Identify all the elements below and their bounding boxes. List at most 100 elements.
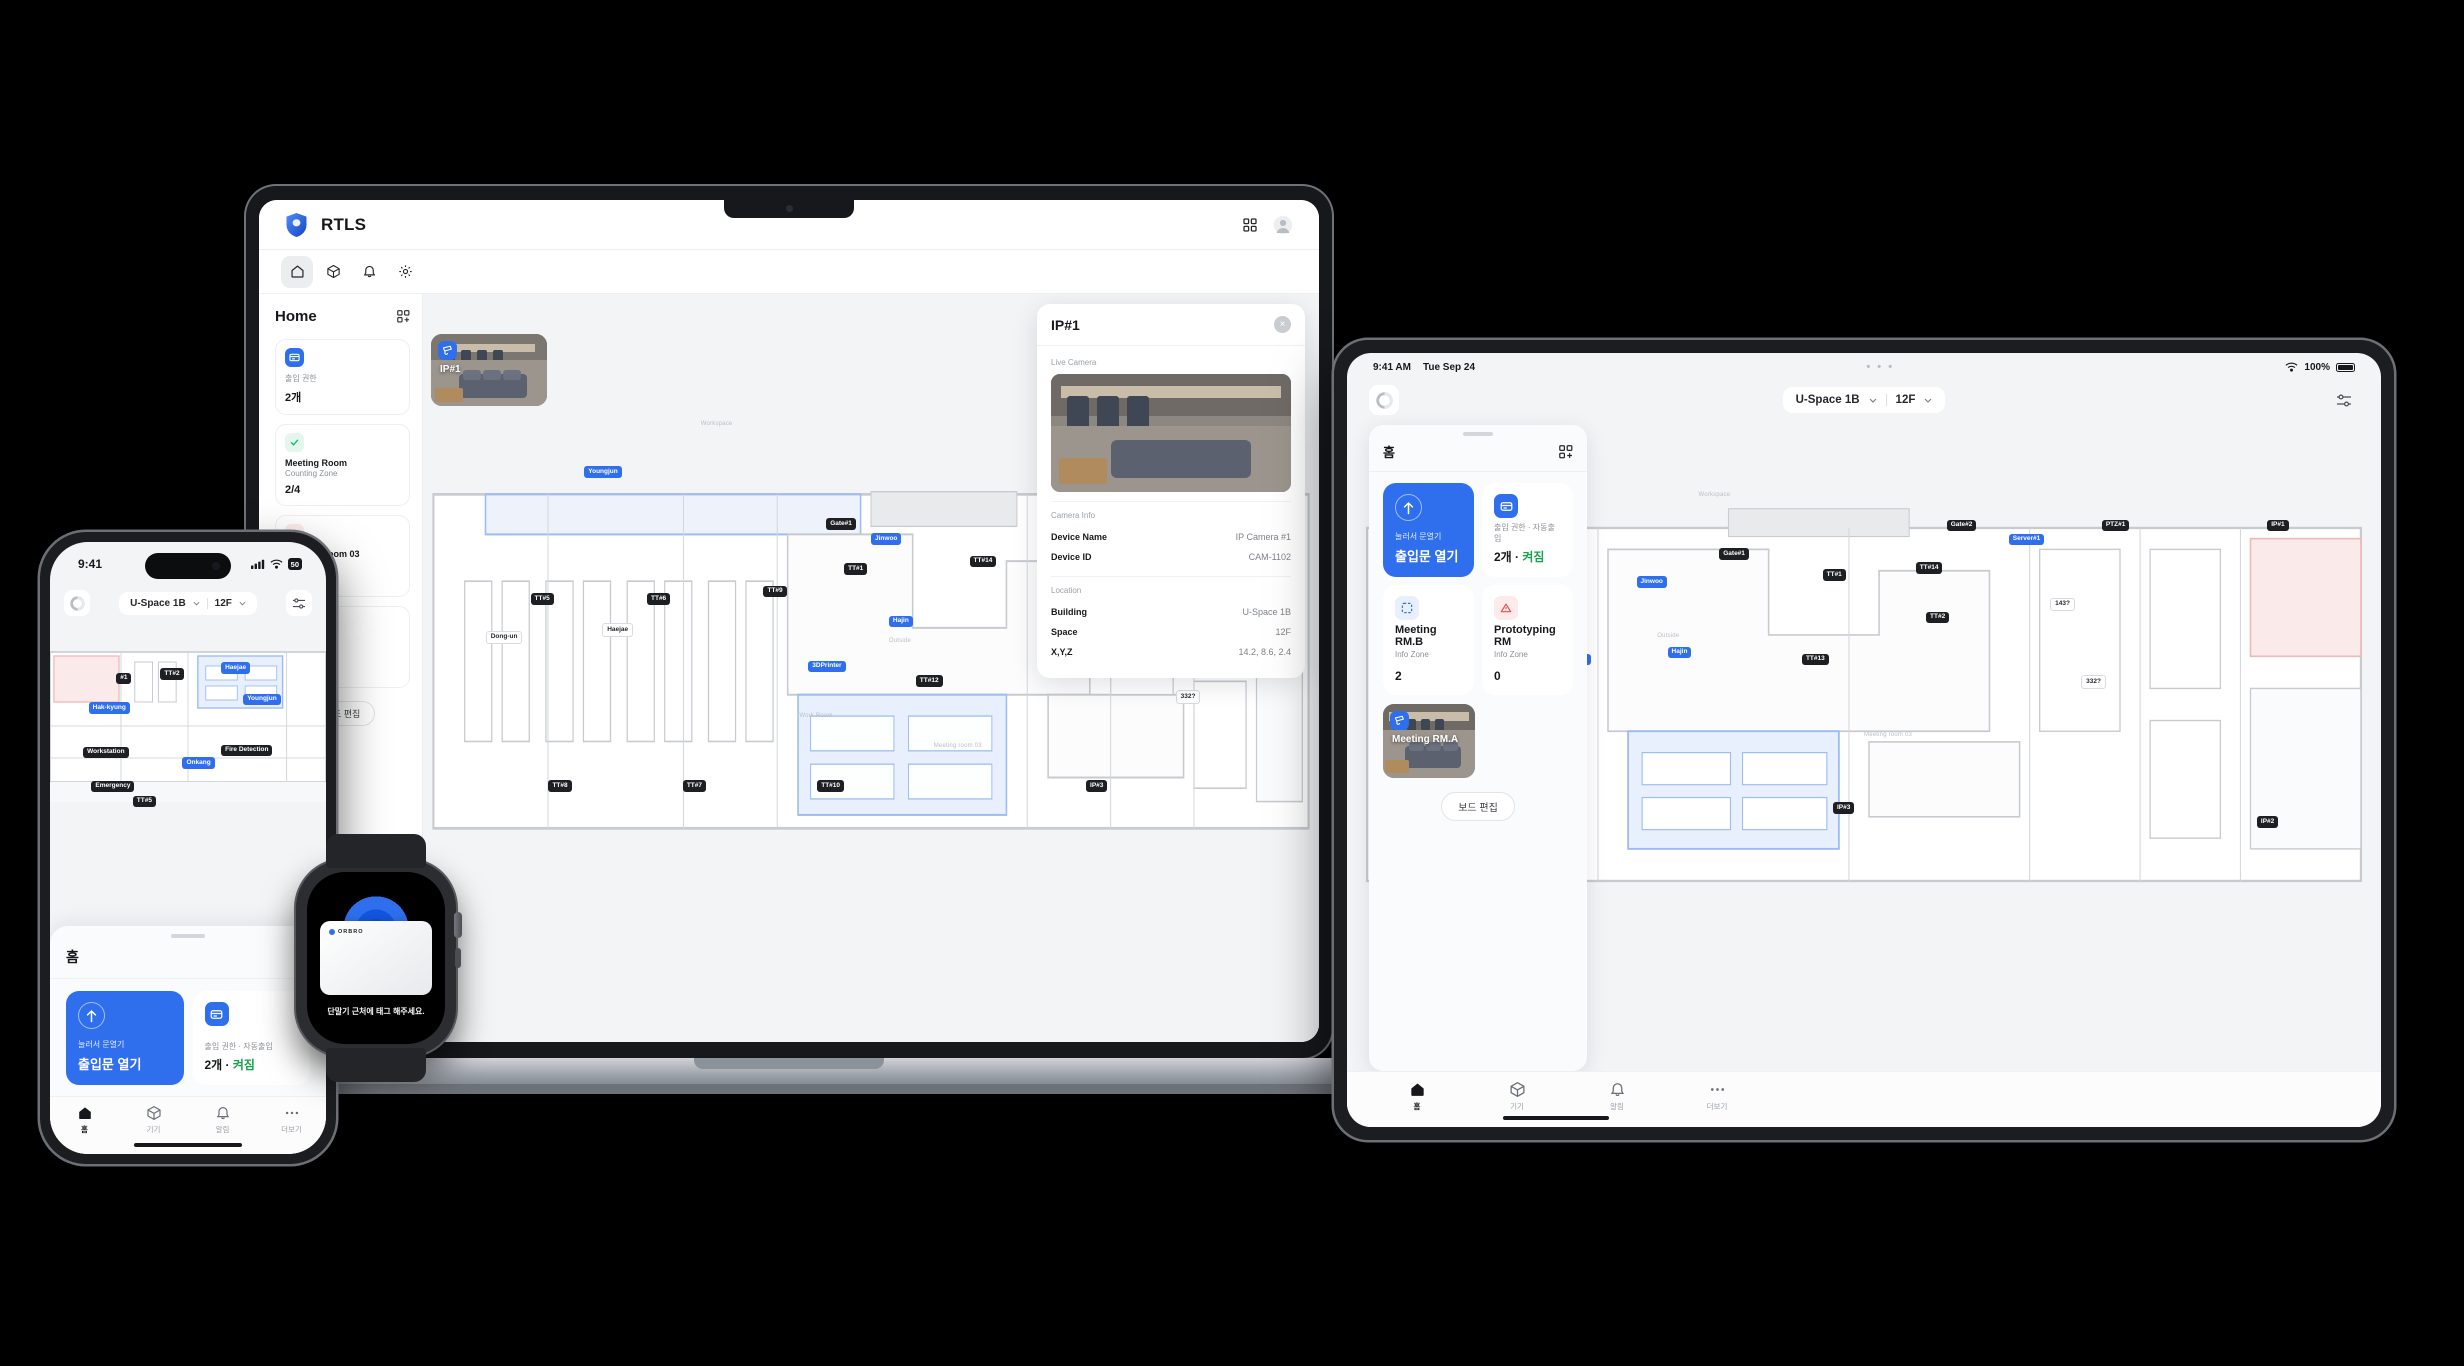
orbro-brand: ORBRO [329,929,423,935]
map-tag[interactable]: Workstation [83,746,129,759]
room-label: Workspace [700,421,733,428]
tab-more[interactable]: 더보기 [1691,1081,1743,1112]
digital-crown[interactable] [454,912,462,938]
map-tag[interactable]: Haejae [602,623,634,637]
toolbar-bell-icon[interactable] [353,256,385,288]
map-tag[interactable]: TT#7 [682,780,706,792]
phone-floor-map[interactable]: Hak-kyung Haejae #1 TT#2 Youngjun Workstation… [50,626,326,838]
map-tag[interactable]: 3DPrinter [808,660,846,673]
map-tag[interactable]: Hak-kyung [88,702,130,714]
add-widget-icon[interactable] [397,310,410,323]
detail-row: Device Name IP Camera #1 [1051,527,1291,547]
orbro-logo[interactable] [1369,385,1399,415]
map-tag[interactable]: TT#5 [132,795,156,808]
map-tag[interactable]: Gate#1 [1719,548,1749,560]
map-tag[interactable]: TT#14 [969,555,997,568]
map-tag[interactable]: Fire Detection [221,744,273,757]
tab-notifications[interactable]: 알림 [197,1105,249,1135]
map-tag[interactable]: IP#2 [2256,816,2279,828]
card-prototyping-rm[interactable]: Prototyping RM Info Zone 0 [1482,585,1573,695]
side-button[interactable] [455,948,461,968]
toolbar-box-icon[interactable] [317,256,349,288]
avatar[interactable] [1273,215,1293,235]
laptop-foot [216,1084,1362,1094]
phone-topbar: U-Space 1B 12F [50,586,326,626]
floor-map[interactable]: U-Space 1B 12F [423,294,1319,1042]
filter-icon[interactable] [286,590,312,616]
watch-device: ORBRO 단말기 근처에 태그 해주세요. [296,834,462,1082]
tab-notifications[interactable]: 알림 [1591,1081,1643,1112]
grid-view-icon[interactable] [1243,217,1257,232]
map-tag[interactable]: TT#2 [160,668,184,680]
card-open-door[interactable]: 눌러서 문열기 출입문 열기 [66,991,184,1085]
map-tag[interactable]: Youngjun [243,693,281,706]
map-tag[interactable]: Dong-un [485,630,523,645]
map-tag[interactable]: TT#13 [1801,653,1829,666]
card-access-permission[interactable]: 출입 권한 · 자동출입 2개 · 켜짐 [1482,483,1573,577]
map-tag[interactable]: Jinwoo [871,533,902,545]
map-tag[interactable]: TT#2 [1926,611,1950,624]
map-tag[interactable]: Youngjun [584,466,622,478]
map-tag[interactable]: #1 [116,672,132,685]
tab-label: 더보기 [1706,1102,1728,1111]
watch-screen[interactable]: ORBRO 단말기 근처에 태그 해주세요. [307,872,445,1044]
camera-card-meeting-rm-a[interactable]: Meeting RM.A [1383,704,1475,778]
map-tag[interactable]: 143? [2050,597,2075,611]
map-tag[interactable]: TT#14 [1915,562,1943,574]
detail-row: Space 12F [1051,622,1291,642]
map-tag[interactable]: 332? [2081,675,2106,689]
card-open-door[interactable]: 눌러서 문열기 출입문 열기 [1383,483,1474,577]
map-tag[interactable]: Haejae [221,662,251,674]
map-tag[interactable]: TT#6 [647,593,671,605]
dashed-box-icon [1395,596,1419,620]
tab-devices[interactable]: 기기 [128,1105,180,1135]
map-tag[interactable]: Emergency [91,780,135,793]
map-tag[interactable]: IP#3 [1086,780,1108,792]
tab-label: 홈 [1413,1102,1421,1111]
card-access-permission[interactable]: 출입 권한 · 자동출입 2개 · 켜짐 [192,991,310,1085]
tab-home[interactable]: 홈 [1391,1081,1443,1112]
device-detail-panel[interactable]: IP#1 × Live Camera Camera Info Device Na… [1037,304,1305,678]
dynamic-island [145,553,231,579]
toolbar-home-icon[interactable] [281,255,313,288]
map-tag[interactable]: IP#1 [2267,519,2289,532]
card-value: 0 [1494,669,1501,683]
orbro-logo[interactable] [64,590,90,616]
toolbar-gear-icon[interactable] [389,256,421,288]
map-tag[interactable]: IP#3 [1832,802,1855,814]
cctv-icon [438,341,457,360]
tab-home[interactable]: 홈 [59,1105,111,1135]
card-meeting-room[interactable]: Meeting Room Counting Zone 2/4 [275,424,410,506]
map-tag[interactable]: Jinwoo [1636,576,1667,588]
map-tag[interactable]: Onkang [182,757,215,769]
filter-icon[interactable] [2329,385,2359,415]
close-icon[interactable]: × [1274,316,1291,333]
map-tag[interactable]: 332? [1175,690,1201,704]
card-meeting-rm-b[interactable]: Meeting RM.B Info Zone 2 [1383,585,1474,695]
add-widget-icon[interactable] [1559,444,1573,459]
tab-devices[interactable]: 기기 [1491,1081,1543,1112]
board-edit-button[interactable]: 보드 편집 [1441,792,1515,821]
map-tag[interactable]: TT#10 [817,780,845,792]
map-tag[interactable]: TT#5 [530,593,554,605]
card-icon [285,348,304,367]
map-tag[interactable]: Gate#2 [1946,519,1977,532]
map-tag[interactable]: PTZ#1 [2101,519,2130,532]
live-camera-preview[interactable] [1051,374,1291,492]
watch-caption: 단말기 근처에 태그 해주세요. [327,1007,425,1016]
space-floor-selector[interactable]: U-Space 1B 12F [119,591,257,615]
card-access-permission[interactable]: 출입 권한 2개 [275,339,410,415]
map-tag[interactable]: Hajin [888,615,913,628]
tablet-home-sheet[interactable]: 홈 눌러서 문열기 출입문 열기 출입 권한 · 자동출입 2개 · 켜짐 Me… [1369,425,1587,1071]
map-tag[interactable]: Gate#1 [826,518,856,530]
tab-more[interactable]: 더보기 [266,1105,318,1135]
map-tag[interactable]: Hajin [1667,646,1692,659]
space-floor-selector[interactable]: U-Space 1B 12F [1782,387,1946,413]
map-tag[interactable]: TT#8 [548,780,572,792]
map-tag[interactable]: TT#1 [844,563,868,575]
map-tag[interactable]: Server#1 [2008,533,2045,546]
map-tag[interactable]: TT#9 [763,585,787,598]
map-tag[interactable]: TT#1 [1822,569,1846,581]
map-tag[interactable]: TT#12 [915,675,943,687]
camera-card-ip1[interactable]: IP#1 [431,334,547,406]
